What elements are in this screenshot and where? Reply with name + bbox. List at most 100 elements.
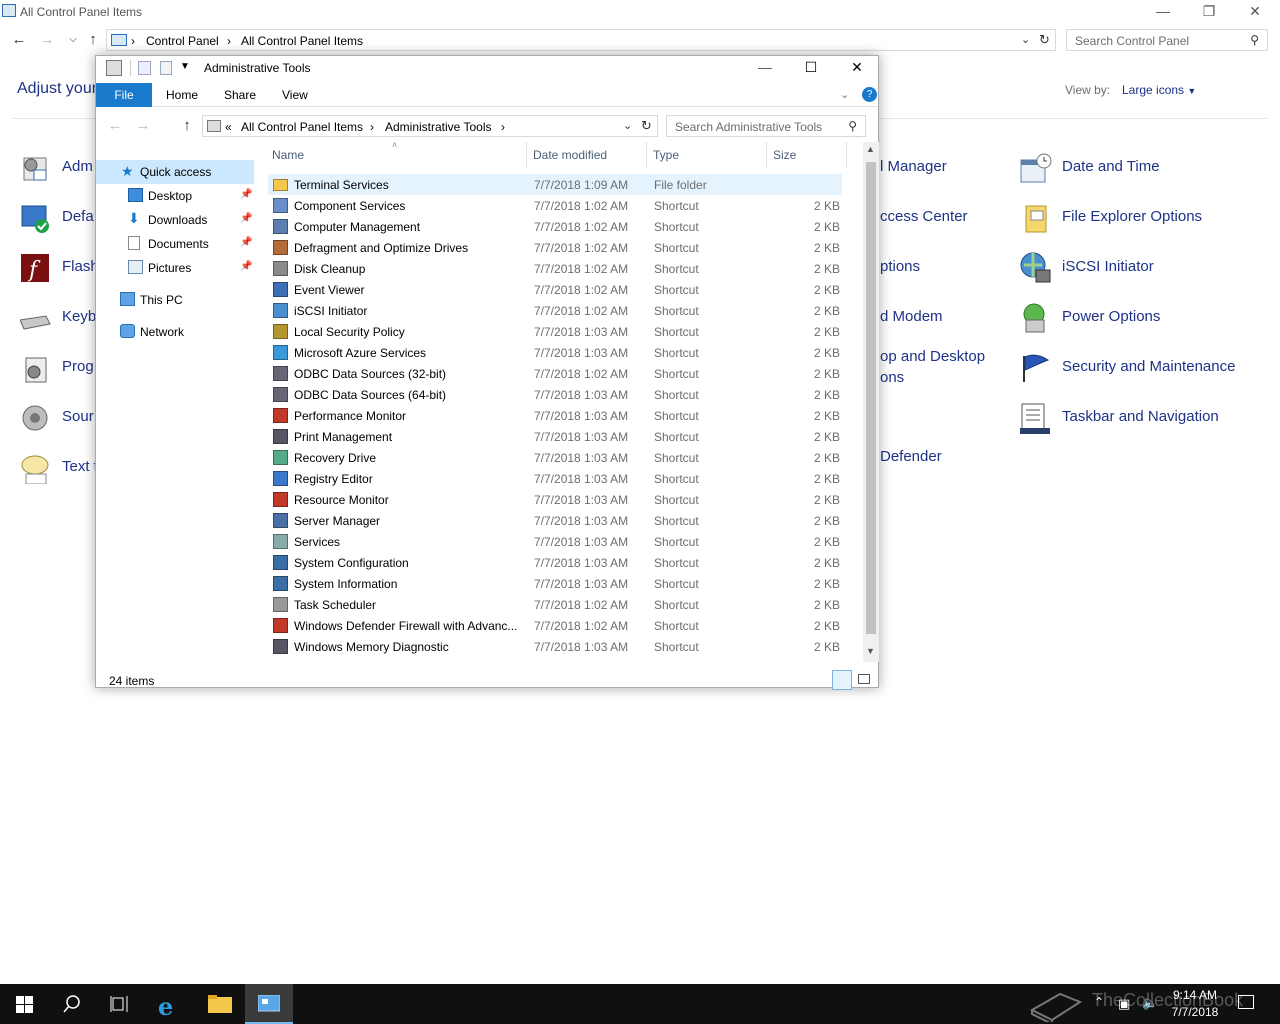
control-panel-taskbar-button[interactable] [245,984,293,1024]
details-view-icon[interactable] [832,670,852,690]
control-panel-search-input[interactable]: Search Control Panel ⚲ [1066,29,1268,51]
tab-home[interactable]: Home [156,83,208,107]
column-header-name[interactable]: Name [272,148,304,162]
pin-icon[interactable]: 📌 [240,189,252,200]
column-separator[interactable] [526,142,527,168]
properties-icon[interactable] [138,61,151,75]
column-header-date[interactable]: Date modified [533,148,607,162]
scroll-thumb[interactable] [866,162,876,634]
back-arrow-icon[interactable]: ← [8,29,30,51]
table-row[interactable]: Terminal Services 7/7/2018 1:09 AM File fo… [268,174,842,195]
explorer-maximize-button[interactable]: ☐ [788,56,834,80]
pin-icon[interactable]: 📌 [240,213,252,224]
table-row[interactable]: Resource Monitor 7/7/2018 1:03 AM Shortcut… [268,489,842,510]
pin-icon[interactable]: 📌 [240,261,252,272]
cp-item-label: File Explorer Options [1062,208,1203,225]
table-row[interactable]: System Information 7/7/2018 1:03 AM Shortc… [268,573,842,594]
expand-ribbon-icon[interactable]: ⌄ [840,88,849,101]
sidebar-item-network[interactable]: Network [120,320,278,344]
table-row[interactable]: Windows Defender Firewall with Advanc...… [268,615,842,636]
network-status-icon[interactable]: ▣ [1118,996,1130,1012]
table-row[interactable]: Services 7/7/2018 1:03 AM Shortcut 2 KB [268,531,842,552]
address-dropdown-icon[interactable]: ⌄ [623,119,632,132]
tab-file[interactable]: File [96,83,152,107]
sidebar-item-documents[interactable]: Documents 📌 [128,232,286,256]
table-row[interactable]: Recovery Drive 7/7/2018 1:03 AM Shortcut 2 … [268,447,842,468]
file-date-modified: 7/7/2018 1:02 AM [534,367,629,381]
table-row[interactable]: Microsoft Azure Services 7/7/2018 1:03 AM… [268,342,842,363]
breadcrumb-admin-tools[interactable]: Administrative Tools [385,120,492,134]
large-icons-view-icon[interactable] [858,674,870,684]
table-row[interactable]: ODBC Data Sources (64-bit) 7/7/2018 1:03 … [268,384,842,405]
address-dropdown-icon[interactable]: ⌄ [1021,33,1030,46]
sidebar-item-desktop[interactable]: Desktop 📌 [128,184,286,208]
table-row[interactable]: Server Manager 7/7/2018 1:03 AM Shortcut 2 … [268,510,842,531]
help-icon[interactable]: ? [862,87,877,102]
column-separator[interactable] [846,142,847,168]
show-hidden-icons-chevron[interactable]: ⌃ [1094,995,1104,1009]
table-row[interactable]: Disk Cleanup 7/7/2018 1:02 AM Shortcut 2 KB [268,258,842,279]
customize-quick-access-icon[interactable]: ▼ [180,61,190,72]
refresh-icon[interactable]: ↻ [1039,32,1050,48]
start-button[interactable] [0,984,48,1024]
column-header-size[interactable]: Size [773,148,796,162]
breadcrumb-overflow[interactable]: « [225,120,232,134]
recent-locations-chevron-icon[interactable]: ⌵ [62,29,84,51]
file-explorer-button[interactable] [196,984,244,1024]
minimize-button[interactable]: — [1140,0,1186,24]
scroll-down-icon[interactable]: ▼ [866,646,875,656]
scroll-up-icon[interactable]: ▲ [866,144,875,154]
sidebar-item-this-pc[interactable]: This PC [120,288,278,312]
table-row[interactable]: Component Services 7/7/2018 1:02 AM Shortc… [268,195,842,216]
vertical-scrollbar[interactable]: ▲ ▼ [863,142,879,662]
view-by-value: Large icons [1122,83,1185,97]
view-by-dropdown[interactable]: Large icons ▼ [1122,83,1196,97]
address-bar[interactable]: › Control Panel › All Control Panel Item… [106,29,1056,51]
table-row[interactable]: Local Security Policy 7/7/2018 1:03 AM Sho… [268,321,842,342]
explorer-close-button[interactable]: ✕ [834,56,880,80]
volume-muted-icon[interactable]: 🔈 [1142,995,1158,1011]
breadcrumb-control-panel[interactable]: Control Panel [146,34,219,48]
explorer-forward-arrow-icon[interactable]: → [132,115,154,137]
column-header-type[interactable]: Type [653,148,679,162]
table-row[interactable]: Print Management 7/7/2018 1:03 AM Shortcut… [268,426,842,447]
explorer-back-arrow-icon[interactable]: ← [104,115,126,137]
column-separator[interactable] [646,142,647,168]
explorer-address-bar[interactable]: « All Control Panel Items › Administrati… [202,115,658,137]
tab-share[interactable]: Share [214,83,266,107]
table-row[interactable]: iSCSI Initiator 7/7/2018 1:02 AM Shortcut 2… [268,300,842,321]
table-row[interactable]: ODBC Data Sources (32-bit) 7/7/2018 1:02 … [268,363,842,384]
clock-time[interactable]: 9:14 AM [1160,988,1230,1002]
table-row[interactable]: Event Viewer 7/7/2018 1:02 AM Shortcut 2 KB [268,279,842,300]
clock-date[interactable]: 7/7/2018 [1160,1005,1230,1019]
breadcrumb-all-items[interactable]: All Control Panel Items [241,120,363,134]
explorer-up-arrow-icon[interactable]: ↑ [176,115,198,137]
explorer-search-input[interactable]: Search Administrative Tools ⚲ [666,115,866,137]
sidebar-item-pictures[interactable]: Pictures 📌 [128,256,286,280]
search-button[interactable] [48,984,96,1024]
new-folder-icon[interactable] [160,61,172,75]
file-name: Windows Defender Firewall with Advanc... [294,619,518,633]
table-row[interactable]: Defragment and Optimize Drives 7/7/2018 1… [268,237,842,258]
table-row[interactable]: System Configuration 7/7/2018 1:03 AM Shor… [268,552,842,573]
table-row[interactable]: Registry Editor 7/7/2018 1:03 AM Shortcut 2… [268,468,842,489]
explorer-minimize-button[interactable]: — [742,56,788,80]
column-separator[interactable] [766,142,767,168]
up-arrow-icon[interactable]: ↑ [82,29,104,51]
forward-arrow-icon[interactable]: → [36,29,58,51]
restore-button[interactable]: ❐ [1186,0,1232,24]
table-row[interactable]: Windows Memory Diagnostic 7/7/2018 1:03 A… [268,636,842,657]
tab-view[interactable]: View [272,83,318,107]
table-row[interactable]: Performance Monitor 7/7/2018 1:03 AM Short… [268,405,842,426]
sidebar-item-downloads[interactable]: ⬇ Downloads 📌 [128,208,286,232]
task-view-button[interactable] [96,984,144,1024]
breadcrumb-all-items[interactable]: All Control Panel Items [241,34,363,48]
sidebar-item-quick-access[interactable]: ★ Quick access [96,160,254,184]
pin-icon[interactable]: 📌 [240,237,252,248]
table-row[interactable]: Computer Management 7/7/2018 1:02 AM Short… [268,216,842,237]
close-button[interactable]: ✕ [1232,0,1278,24]
table-row[interactable]: Task Scheduler 7/7/2018 1:02 AM Shortcut 2 … [268,594,842,615]
notifications-icon[interactable] [1238,995,1254,1009]
refresh-icon[interactable]: ↻ [641,118,652,134]
internet-explorer-button[interactable]: e [146,984,194,1024]
